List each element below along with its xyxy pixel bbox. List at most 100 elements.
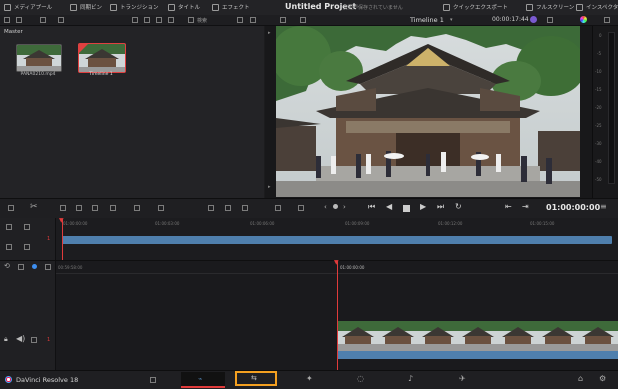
tab-media-pool[interactable]: メディアプール	[4, 3, 52, 11]
menu-icon[interactable]: ≡	[600, 202, 607, 211]
zoom-detail-icon[interactable]	[225, 205, 231, 211]
audio-meter-bar	[608, 32, 615, 184]
loop-icon[interactable]: ↻	[455, 202, 462, 211]
sync-icon[interactable]	[58, 17, 64, 23]
safe-area-icon[interactable]	[300, 17, 306, 23]
prev-edit-icon[interactable]: ⇤	[505, 202, 512, 211]
grid-view-icon[interactable]	[16, 17, 22, 23]
tab-transitions[interactable]: トランジション	[110, 3, 159, 11]
metadata-view-icon[interactable]	[168, 17, 174, 23]
bin-master-label[interactable]: Master	[4, 29, 23, 35]
viewer-layout-icon[interactable]	[280, 17, 286, 23]
viewer-left-arrow-icon[interactable]: ▸	[268, 30, 271, 36]
meter-label: -30	[595, 141, 602, 146]
tab-effects[interactable]: エフェクト	[212, 3, 250, 11]
page-fusion-icon[interactable]: ✦	[306, 374, 313, 383]
flag-icon[interactable]	[32, 264, 37, 269]
color-wheel-icon[interactable]	[580, 16, 587, 23]
tab-quick-export[interactable]: クイックエクスポート	[443, 3, 508, 11]
meter-label: 0	[599, 33, 602, 38]
lower-left-timecode: 00:59:58:00	[58, 265, 83, 270]
ruler-tick: 01:00:03:00	[155, 221, 180, 226]
track-snap-icon[interactable]	[6, 244, 12, 250]
jog-left-icon[interactable]: ‹	[324, 203, 327, 211]
video-track-icon[interactable]	[31, 337, 37, 343]
meter-label: -10	[595, 69, 602, 74]
import-icon[interactable]	[40, 17, 46, 23]
reverse-play-icon[interactable]: ◀	[386, 202, 392, 211]
play-icon[interactable]: ▶	[420, 202, 426, 211]
thumbnail-view-icon[interactable]	[144, 17, 150, 23]
page-cut-tab[interactable]: ⌁	[181, 372, 225, 388]
source-overwrite-2-icon[interactable]	[158, 205, 164, 211]
color-picker-icon[interactable]	[530, 16, 537, 23]
close-up-icon[interactable]	[110, 205, 116, 211]
ripple-overwrite-icon[interactable]	[92, 205, 98, 211]
jog-right-icon[interactable]: ›	[343, 203, 346, 211]
audio-only-icon[interactable]	[298, 205, 304, 211]
track-tool-icon[interactable]	[6, 224, 12, 230]
settings-icon[interactable]: ⚙	[599, 374, 606, 383]
meter-label: -50	[595, 177, 602, 182]
save-status: 変更が保存されていません	[343, 5, 403, 11]
viewer-options-icon[interactable]	[547, 17, 553, 23]
track-options-icon[interactable]	[24, 244, 30, 250]
options-icon[interactable]	[250, 17, 256, 23]
upper-playhead-marker-icon[interactable]: ▼	[59, 218, 64, 224]
media-pool-panel: Master PANA0210.mp4 Timeline 1	[0, 26, 264, 198]
upper-track-number: 1	[47, 236, 51, 242]
home-icon[interactable]: ⌂	[578, 374, 583, 383]
clip-view-icon[interactable]	[156, 17, 162, 23]
page-color-icon[interactable]: ◌	[357, 374, 364, 383]
snap-icon[interactable]	[18, 264, 24, 270]
lower-timeline-clip[interactable]	[338, 321, 618, 359]
lock-icon[interactable]: 🔒︎	[4, 335, 8, 344]
sort-icon[interactable]	[237, 17, 243, 23]
app-name: DaVinci Resolve 18	[16, 376, 79, 384]
place-on-top-icon[interactable]	[134, 205, 140, 211]
transitions-icon	[110, 3, 117, 11]
viewer-timeline-name[interactable]: Timeline 1	[410, 16, 444, 24]
list-view-icon[interactable]	[132, 17, 138, 23]
tab-titles[interactable]: タイトル	[168, 3, 200, 11]
trim-icon[interactable]	[275, 205, 281, 211]
next-edit-icon[interactable]: ⇥	[522, 202, 529, 211]
track-link-icon[interactable]	[24, 224, 30, 230]
append-icon[interactable]	[76, 205, 82, 211]
skip-end-icon[interactable]: ⏭	[437, 202, 444, 212]
timeline-clip-thumbnail[interactable]	[78, 43, 126, 73]
chevron-down-icon[interactable]: ▾	[450, 17, 453, 23]
page-deliver-icon[interactable]: ✈	[459, 374, 466, 383]
cut-icon: ⌁	[198, 375, 203, 383]
zoom-fit-icon[interactable]	[208, 205, 214, 211]
speaker-icon[interactable]	[604, 17, 610, 23]
tab-fullscreen[interactable]: フルスクリーン	[526, 3, 574, 11]
search-icon[interactable]	[188, 17, 194, 23]
source-overwrite-icon[interactable]	[8, 205, 14, 211]
stop-icon[interactable]	[403, 205, 410, 212]
tab-inspector[interactable]: インスペクタ	[576, 3, 618, 11]
audio-meter-panel: 0 -5 -10 -15 -20 -25 -30 -40 -50	[592, 26, 618, 198]
upper-playhead[interactable]	[62, 219, 63, 260]
lower-timeline: ⟲ 🔒︎ ◀) 1 00:59:58:00 01:00:00:00 ▼	[0, 260, 618, 371]
lower-playhead[interactable]	[337, 261, 338, 371]
zoom-custom-icon[interactable]	[242, 205, 248, 211]
skip-start-icon[interactable]: ⏮	[368, 202, 375, 212]
page-fairlight-icon[interactable]: ♪	[408, 374, 413, 383]
media-clip-thumbnail[interactable]	[16, 44, 62, 72]
jog-dot-icon[interactable]	[333, 204, 338, 209]
bin-list-icon[interactable]	[4, 17, 10, 23]
ruler-tick: 01:00:09:00	[345, 221, 370, 226]
viewer-left-arrow-bottom-icon[interactable]: ▸	[268, 184, 271, 190]
audio-icon[interactable]: ◀)	[16, 334, 25, 343]
upper-timeline-clip[interactable]	[62, 236, 612, 244]
blade-icon[interactable]: ✂	[30, 202, 38, 212]
timecode-top: 00:00:17:44	[492, 16, 529, 23]
link-icon[interactable]: ⟲	[4, 262, 10, 270]
page-edit-tab[interactable]: ⇆	[235, 371, 277, 386]
marker-icon[interactable]	[45, 264, 51, 270]
tab-sync-bin[interactable]: 同期ビン	[70, 3, 102, 11]
smart-insert-icon[interactable]	[60, 205, 66, 211]
lower-playhead-marker-icon[interactable]: ▼	[334, 260, 339, 266]
page-media-icon[interactable]	[150, 377, 156, 383]
